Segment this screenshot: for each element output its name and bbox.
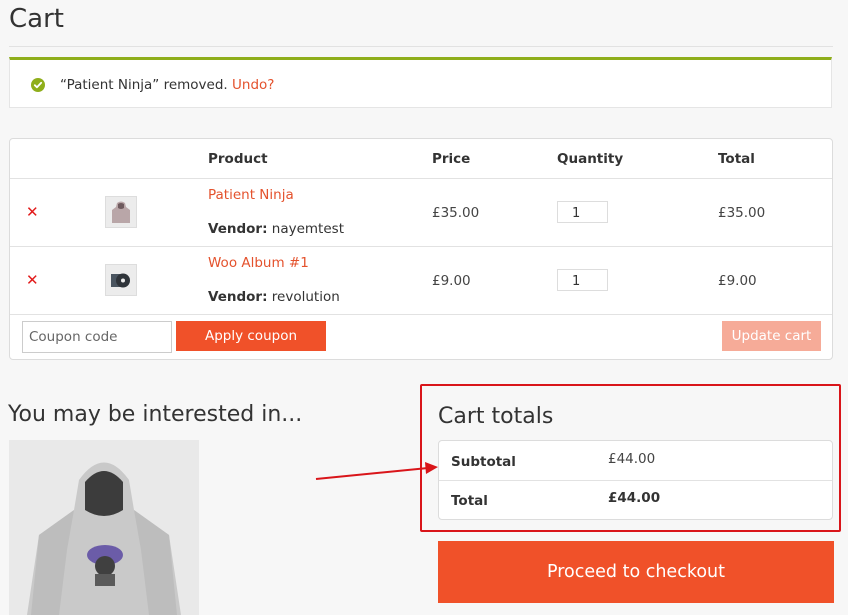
row-divider	[10, 314, 832, 315]
proceed-to-checkout-button[interactable]: Proceed to checkout	[438, 541, 834, 603]
notice-text: “Patient Ninja” removed. Undo?	[60, 77, 274, 93]
check-circle-icon	[31, 78, 45, 92]
header-product: Product	[208, 151, 268, 167]
subtotal-value: £44.00	[608, 451, 656, 467]
quantity-input[interactable]	[557, 269, 608, 291]
removed-notice: “Patient Ninja” removed. Undo?	[9, 57, 832, 108]
coupon-code-input[interactable]	[22, 321, 172, 353]
quantity-input[interactable]	[557, 201, 608, 223]
page-title: Cart	[9, 4, 64, 34]
title-divider	[9, 46, 833, 47]
hoodie-thumbnail[interactable]	[105, 196, 137, 228]
total-value: £44.00	[608, 490, 661, 506]
product-link[interactable]: Patient Ninja	[208, 187, 294, 203]
row-divider	[10, 178, 832, 179]
apply-coupon-button[interactable]: Apply coupon	[176, 321, 326, 351]
item-price: £35.00	[432, 205, 480, 221]
vendor-name: revolution	[271, 289, 340, 305]
remove-item-button[interactable]: ✕	[26, 273, 39, 288]
cross-sells-title: You may be interested in...	[8, 402, 303, 427]
hoodie-product-image[interactable]	[9, 440, 199, 615]
album-cd-thumbnail[interactable]	[105, 264, 137, 296]
vendor-line: Vendor: revolution	[208, 289, 340, 305]
subtotal-label: Subtotal	[451, 454, 516, 470]
item-price: £9.00	[432, 273, 471, 289]
vendor-label: Vendor:	[208, 289, 268, 305]
header-total: Total	[718, 151, 755, 167]
cart-table: Product Price Quantity Total ✕ Patient N…	[9, 138, 833, 360]
item-total: £35.00	[718, 205, 766, 221]
row-divider	[10, 246, 832, 247]
vendor-line: Vendor: nayemtest	[208, 221, 344, 237]
update-cart-button[interactable]: Update cart	[722, 321, 821, 351]
remove-item-button[interactable]: ✕	[26, 205, 39, 220]
undo-link[interactable]: Undo?	[232, 77, 274, 93]
header-quantity: Quantity	[557, 151, 624, 167]
totals-divider	[439, 480, 832, 481]
total-label: Total	[451, 493, 488, 509]
vendor-name: nayemtest	[271, 221, 344, 237]
notice-message: “Patient Ninja” removed.	[60, 77, 228, 93]
product-link[interactable]: Woo Album #1	[208, 255, 309, 271]
item-total: £9.00	[718, 273, 757, 289]
cart-totals-table: Subtotal £44.00 Total £44.00	[438, 440, 833, 520]
vendor-label: Vendor:	[208, 221, 268, 237]
header-price: Price	[432, 151, 471, 167]
cart-totals-title: Cart totals	[438, 404, 554, 429]
